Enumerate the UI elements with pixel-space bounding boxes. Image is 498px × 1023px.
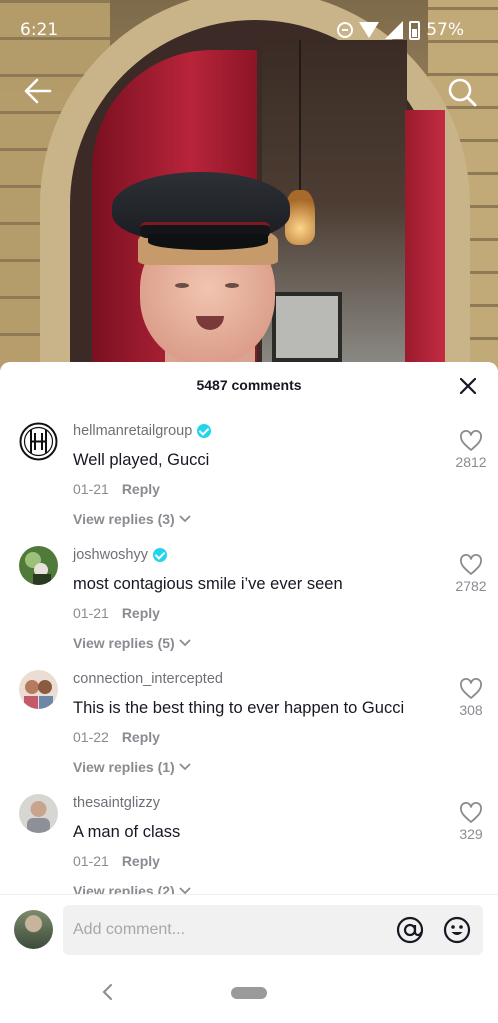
system-home-pill[interactable] xyxy=(231,987,267,999)
like-count: 2782 xyxy=(455,578,487,594)
status-icons: 57% xyxy=(337,20,464,40)
comment-text: Well played, Gucci xyxy=(73,451,210,469)
heart-icon xyxy=(460,430,482,451)
comment-meta: 01-21 Reply xyxy=(73,481,160,497)
like-button[interactable]: 2812 xyxy=(448,430,494,470)
view-replies-label: View replies (1) xyxy=(73,759,175,775)
system-nav-bar xyxy=(0,961,498,1023)
reply-button[interactable]: Reply xyxy=(122,605,160,621)
view-replies-label: View replies (3) xyxy=(73,511,175,527)
chevron-down-icon xyxy=(179,515,191,523)
comment-date: 01-21 xyxy=(73,605,109,621)
reply-button[interactable]: Reply xyxy=(122,853,160,869)
status-bar: 6:21 57% xyxy=(0,0,498,56)
comment-username[interactable]: joshwoshyy xyxy=(73,547,167,563)
cap-visor xyxy=(148,234,268,250)
user-photo-avatar xyxy=(19,670,58,709)
view-replies-button[interactable]: View replies (2) xyxy=(73,883,191,894)
comment-input-bar xyxy=(0,895,498,961)
lamp-cord xyxy=(299,40,301,190)
reply-button[interactable]: Reply xyxy=(122,729,160,745)
heart-icon xyxy=(460,678,482,699)
hellman-logo-avatar xyxy=(19,422,58,461)
username-text: hellmanretailgroup xyxy=(73,423,193,439)
comments-count-title: 5487 comments xyxy=(196,377,302,393)
comment-item: hellmanretailgroup Well played, Gucci 01… xyxy=(0,408,498,532)
user-photo-avatar xyxy=(19,794,58,833)
hanging-lamp xyxy=(285,190,315,245)
comment-item: connection_intercepted This is the best … xyxy=(0,656,498,780)
mention-button[interactable] xyxy=(396,916,424,944)
comment-meta: 01-21 Reply xyxy=(73,605,160,621)
comment-date: 01-21 xyxy=(73,481,109,497)
person-eye-left xyxy=(175,283,189,288)
at-sign-icon xyxy=(396,916,424,944)
avatar[interactable] xyxy=(19,670,58,709)
back-button[interactable] xyxy=(22,76,54,106)
comment-text: This is the best thing to ever happen to… xyxy=(73,699,405,717)
avatar[interactable] xyxy=(19,422,58,461)
comment-text: A man of class xyxy=(73,823,181,841)
close-button[interactable] xyxy=(458,376,478,396)
signal-icon xyxy=(385,21,404,39)
avatar[interactable] xyxy=(19,546,58,585)
chevron-down-icon xyxy=(179,639,191,647)
battery-percent: 57% xyxy=(426,20,464,40)
like-button[interactable]: 329 xyxy=(448,802,494,842)
search-icon xyxy=(448,78,477,107)
emoji-button[interactable] xyxy=(443,916,471,944)
comment-username[interactable]: hellmanretailgroup xyxy=(73,423,212,439)
emoji-icon xyxy=(443,916,471,944)
view-replies-label: View replies (2) xyxy=(73,883,175,894)
close-icon xyxy=(459,377,477,395)
like-count: 2812 xyxy=(455,454,487,470)
comment-input[interactable] xyxy=(73,905,383,955)
heart-icon xyxy=(460,554,482,575)
username-text: connection_intercepted xyxy=(73,671,223,687)
view-replies-button[interactable]: View replies (3) xyxy=(73,511,191,527)
verified-badge-icon xyxy=(197,424,212,438)
comment-username[interactable]: thesaintglizzy xyxy=(73,795,160,811)
user-photo-avatar xyxy=(19,546,58,585)
system-back-button[interactable] xyxy=(100,983,116,1001)
comment-username[interactable]: connection_intercepted xyxy=(73,671,223,687)
chevron-left-icon xyxy=(102,984,112,1000)
status-time: 6:21 xyxy=(20,20,59,40)
like-button[interactable]: 2782 xyxy=(448,554,494,594)
username-text: thesaintglizzy xyxy=(73,795,161,811)
view-replies-button[interactable]: View replies (5) xyxy=(73,635,191,651)
comment-meta: 01-21 Reply xyxy=(73,853,160,869)
arrow-left-icon xyxy=(24,78,52,104)
red-door-right xyxy=(405,110,445,370)
search-button[interactable] xyxy=(446,76,478,108)
comment-item: joshwoshyy most contagious smile i’ve ev… xyxy=(0,532,498,656)
comments-header: 5487 comments xyxy=(0,362,498,408)
comment-meta: 01-22 Reply xyxy=(73,729,160,745)
comment-item: thesaintglizzy A man of class 01-21 Repl… xyxy=(0,780,498,894)
battery-icon xyxy=(409,20,421,40)
wifi-icon xyxy=(359,22,380,38)
avatar[interactable] xyxy=(19,794,58,833)
current-user-avatar xyxy=(14,910,53,949)
view-replies-button[interactable]: View replies (1) xyxy=(73,759,191,775)
inner-window xyxy=(272,292,342,362)
comment-field-container xyxy=(63,905,483,955)
username-text: joshwoshyy xyxy=(73,547,148,563)
verified-badge-icon xyxy=(152,548,167,562)
view-replies-label: View replies (5) xyxy=(73,635,175,651)
comment-date: 01-21 xyxy=(73,853,109,869)
comment-date: 01-22 xyxy=(73,729,109,745)
dnd-icon xyxy=(337,22,354,38)
comments-sheet: 5487 comments hellmanretailgroup Well pl… xyxy=(0,362,498,1023)
chevron-down-icon xyxy=(179,763,191,771)
person-eye-right xyxy=(225,283,239,288)
comment-text: most contagious smile i’ve ever seen xyxy=(73,575,343,593)
comments-list[interactable]: hellmanretailgroup Well played, Gucci 01… xyxy=(0,408,498,894)
reply-button[interactable]: Reply xyxy=(122,481,160,497)
chevron-down-icon xyxy=(179,887,191,894)
like-button[interactable]: 308 xyxy=(448,678,494,718)
like-count: 308 xyxy=(459,702,483,718)
heart-icon xyxy=(460,802,482,823)
like-count: 329 xyxy=(459,826,483,842)
